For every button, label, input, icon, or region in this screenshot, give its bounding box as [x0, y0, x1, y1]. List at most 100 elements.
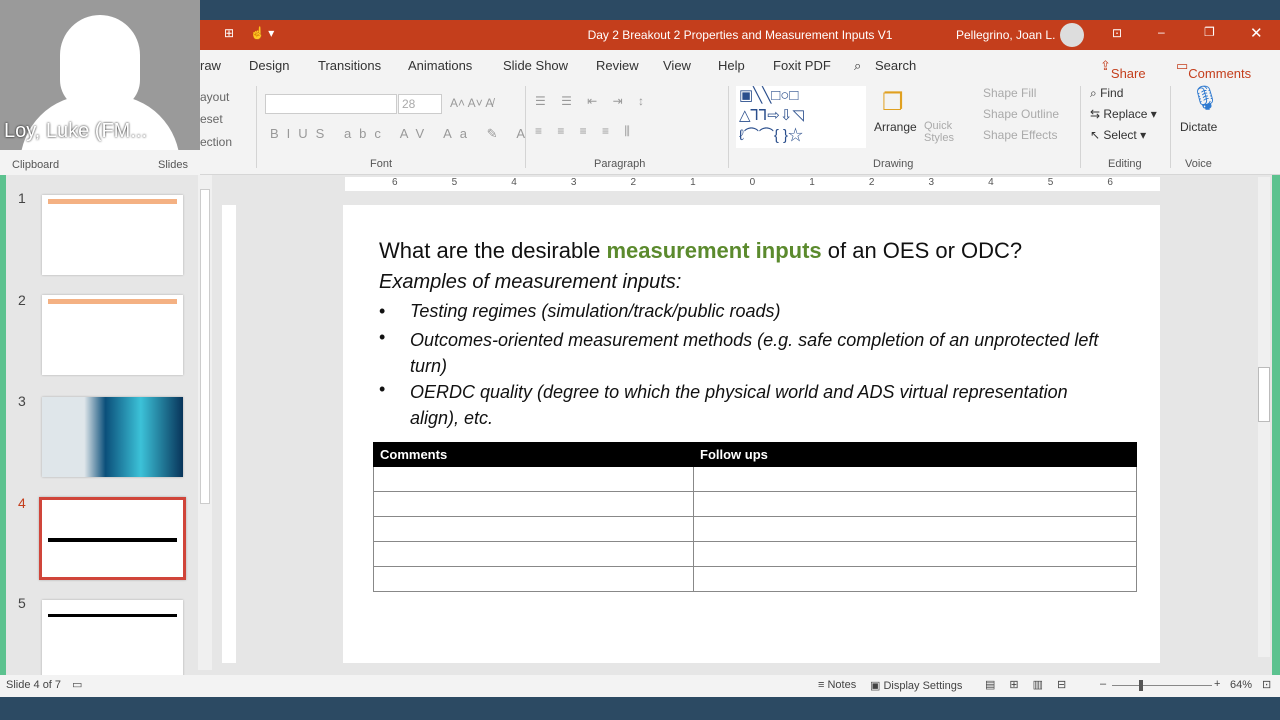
column-header-follow-ups: Follow ups — [693, 442, 1137, 467]
search-box[interactable]: Search — [875, 58, 916, 73]
ruler-tick: 2 — [868, 177, 875, 188]
ruler-tick: 5 — [451, 177, 458, 188]
vertical-ruler — [222, 205, 236, 663]
ruler-tick: 3 — [570, 177, 577, 188]
shape-effects-button[interactable]: Shape Effects — [983, 128, 1058, 142]
ruler-tick: 4 — [511, 177, 517, 188]
zoom-slider[interactable] — [1112, 680, 1212, 691]
find-button[interactable]: ⌕ Find — [1090, 86, 1123, 101]
ruler-tick: 5 — [1047, 177, 1054, 188]
list-icons[interactable]: ☰ ☰ ⇤ ⇥ ↕ — [535, 94, 650, 108]
spelling-icon[interactable]: ▭ — [72, 678, 82, 691]
font-size-input[interactable]: 28 — [398, 94, 442, 114]
ruler-tick: 6 — [392, 177, 398, 188]
minimize-icon[interactable]: – — [1158, 25, 1165, 39]
table-row — [373, 566, 1137, 592]
column-header-comments: Comments — [373, 442, 694, 467]
shapes-gallery[interactable]: ▣╲╲□○□ △⅂⅂⇨⇩◹ ℓ⌒⌒{ }☆ — [736, 86, 866, 148]
ruler-tick: 0 — [749, 177, 756, 188]
ruler-tick: 4 — [988, 177, 994, 188]
clipboard-label: Clipboard — [12, 159, 60, 171]
zoom-out-button[interactable]: – — [1100, 678, 1106, 690]
reset-button[interactable]: eset — [200, 112, 223, 126]
tab-help[interactable]: Help — [718, 58, 745, 73]
section-button[interactable]: ection — [200, 135, 232, 149]
view-buttons[interactable]: ▤⊞▥⊟ — [985, 678, 1080, 691]
participant-name: Loy, Luke (FM... — [4, 120, 148, 142]
slide-canvas[interactable]: What are the desirable measurement input… — [343, 205, 1160, 663]
fit-slide-icon[interactable]: ⊡ — [1262, 678, 1271, 691]
tab-slide-show[interactable]: Slide Show — [503, 58, 568, 73]
slide-subtitle: Examples of measurement inputs: — [379, 271, 682, 293]
tab-animations[interactable]: Animations — [408, 58, 472, 73]
font-format-icons[interactable]: BIUS abc AV Aa ✎ A — [270, 126, 533, 142]
notes-button[interactable]: ≡ Notes — [818, 679, 856, 691]
align-icons[interactable]: ≡ ≡ ≡ ≡ ⫼ — [535, 124, 636, 139]
group-label-editing: Editing — [1108, 158, 1142, 170]
horizontal-ruler: 6 5 4 3 2 1 0 1 2 3 4 5 6 — [345, 177, 1160, 191]
bullet-item: Testing regimes (simulation/track/public… — [410, 301, 781, 321]
zoom-in-button[interactable]: + — [1214, 678, 1220, 690]
tab-draw[interactable]: raw — [200, 58, 221, 73]
table-row — [373, 466, 1137, 492]
slide-thumbnail-4-selected[interactable] — [39, 497, 186, 580]
slide-thumbnail-5[interactable] — [42, 600, 183, 680]
tab-view[interactable]: View — [663, 58, 691, 73]
comments-table: Comments Follow ups — [373, 442, 1137, 592]
tab-design[interactable]: Design — [249, 58, 289, 73]
video-tile: Loy, Luke (FM... — [0, 0, 200, 150]
table-row — [373, 491, 1137, 517]
arrange-icon[interactable]: ❐ — [882, 88, 904, 117]
group-label-font: Font — [370, 158, 393, 170]
table-row — [373, 541, 1137, 567]
replace-button[interactable]: ⇆ Replace ▾ — [1090, 107, 1157, 121]
tab-transitions[interactable]: Transitions — [318, 58, 381, 73]
ruler-tick: 2 — [630, 177, 637, 188]
close-icon[interactable]: ✕ — [1250, 24, 1263, 42]
search-icon[interactable]: ⌕ — [854, 58, 861, 74]
display-settings-button[interactable]: ▣ Display Settings — [870, 679, 962, 692]
shape-outline-button[interactable]: Shape Outline — [983, 107, 1059, 121]
font-name-input[interactable] — [265, 94, 397, 114]
group-label-voice: Voice — [1185, 158, 1212, 170]
slide-thumbnail-2[interactable] — [42, 295, 183, 375]
user-name[interactable]: Pellegrino, Joan L. — [956, 28, 1055, 42]
main-scrollbar[interactable] — [1258, 177, 1270, 657]
tab-foxit-pdf[interactable]: Foxit PDF — [773, 58, 831, 73]
bullet-item: Outcomes-oriented measurement methods (e… — [410, 330, 1099, 376]
ruler-tick: 1 — [690, 177, 696, 188]
ruler-tick: 6 — [1107, 177, 1113, 188]
zoom-level[interactable]: 64% — [1230, 679, 1252, 691]
select-button[interactable]: ↖ Select ▾ — [1090, 128, 1146, 142]
layout-button[interactable]: ayout — [200, 90, 229, 104]
slide-thumbnail-pane: 1 2 3 4 5 — [0, 175, 215, 680]
tab-review[interactable]: Review — [596, 58, 639, 73]
table-row — [373, 516, 1137, 542]
thumbnail-scrollbar[interactable] — [198, 175, 212, 670]
shape-fill-button[interactable]: Shape Fill — [983, 86, 1036, 100]
slide-title: What are the desirable measurement input… — [379, 238, 1023, 263]
ribbon-tabs: raw Design Transitions Animations Slide … — [200, 50, 1280, 81]
quick-styles-button[interactable]: Quick Styles — [924, 120, 954, 144]
title-bar: ⊞ ☝ ▾ Day 2 Breakout 2 Properties and Me… — [200, 20, 1280, 50]
arrange-button[interactable]: Arrange — [874, 120, 917, 134]
bullet-item: OERDC quality (degree to which the physi… — [410, 382, 1068, 428]
ruler-tick: 3 — [928, 177, 935, 188]
slide-thumbnail-3[interactable] — [42, 397, 183, 477]
microphone-icon[interactable]: 🎙 — [1190, 84, 1220, 113]
user-avatar[interactable] — [1060, 23, 1084, 47]
restore-icon[interactable]: ❐ — [1204, 25, 1215, 39]
ribbon: ayout eset ection 28 A˄ A˅ A̸ BIUS abc A… — [12, 80, 1280, 198]
group-label-drawing: Drawing — [873, 158, 914, 170]
slide-counter: Slide 4 of 7 — [6, 679, 62, 691]
comments-button[interactable]: ▭ Comments — [1176, 58, 1251, 81]
group-label-paragraph: Paragraph — [594, 158, 646, 170]
slides-label: Slides — [158, 159, 188, 171]
dictate-button[interactable]: Dictate — [1180, 120, 1217, 134]
ruler-tick: 1 — [809, 177, 815, 188]
slide-thumbnail-1[interactable] — [42, 195, 183, 275]
font-grow-icon[interactable]: A˄ A˅ A̸ — [450, 96, 493, 110]
ribbon-display-icon[interactable]: ⊡ — [1112, 26, 1122, 40]
status-bar: Slide 4 of 7 ▭ ≡ Notes ▣ Display Setting… — [0, 675, 1280, 697]
share-button[interactable]: ⇪ Share — [1100, 58, 1146, 81]
